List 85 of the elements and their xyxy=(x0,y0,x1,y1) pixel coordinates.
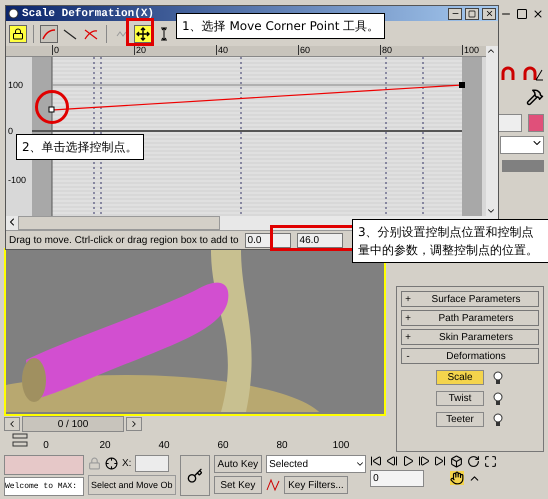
rollout-header[interactable]: + Skin Parameters xyxy=(401,329,539,345)
magnet-icon[interactable] xyxy=(500,66,516,82)
track-tick-label: 40 xyxy=(158,440,170,451)
vertical-scale-icon xyxy=(160,26,168,40)
curve-icon xyxy=(42,28,56,40)
annotation-tooltip: 1、选择 Move Corner Point 工具。 xyxy=(176,13,386,39)
color-swatch[interactable] xyxy=(528,114,544,132)
deformation-curve-drawing[interactable] xyxy=(6,57,486,216)
wave-icon xyxy=(116,28,128,38)
ruler-label: 80 xyxy=(380,45,392,55)
highlight-circle xyxy=(35,90,69,124)
track-tick-label: 100 xyxy=(332,440,350,451)
ruler-label: 60 xyxy=(298,45,310,55)
vertical-scrollbar[interactable] xyxy=(486,46,498,216)
lightbulb-icon[interactable] xyxy=(492,412,504,426)
status-message: Drag to move. Ctrl-click or drag region box to add to xyxy=(9,234,239,246)
frame-field[interactable]: 0 xyxy=(370,470,424,487)
track-tick-label: 80 xyxy=(276,440,288,451)
lightbulb-icon[interactable] xyxy=(492,370,504,384)
track-bar[interactable]: 0 20 40 60 80 100 xyxy=(42,432,347,452)
magnet-angle-icon[interactable] xyxy=(522,66,544,82)
x-coordinate-field[interactable] xyxy=(135,455,170,472)
deformation-button[interactable]: Teeter xyxy=(436,412,484,427)
auto-key-button[interactable]: Auto Key xyxy=(214,455,262,473)
deformation-button[interactable]: Scale xyxy=(436,370,484,385)
crosshair-icon[interactable] xyxy=(105,457,118,470)
maximize-icon xyxy=(468,10,476,18)
previous-frame-icon[interactable] xyxy=(386,455,398,467)
axis-label: -100 xyxy=(8,175,26,185)
close-icon[interactable] xyxy=(532,8,544,20)
maximize-viewport-icon[interactable] xyxy=(484,455,498,468)
value-field[interactable]: 46.0 xyxy=(296,232,343,248)
annotation-tooltip: 2、单击选择控制点。 xyxy=(16,134,144,160)
x-label: X: xyxy=(122,458,132,469)
key-filters-button[interactable]: Key Filters... xyxy=(284,476,348,494)
move-arrows-icon xyxy=(136,26,150,40)
ruler-label: 40 xyxy=(216,45,228,55)
cube-icon[interactable] xyxy=(450,455,464,468)
go-to-start-icon[interactable] xyxy=(370,455,382,467)
play-icon[interactable] xyxy=(402,455,414,467)
app-logo-icon xyxy=(8,8,19,19)
lightbulb-icon[interactable] xyxy=(492,392,504,406)
crossed-lines-icon xyxy=(84,28,98,40)
close-icon xyxy=(484,9,494,18)
deformation-button[interactable]: Twist xyxy=(436,391,484,406)
track-tick-label: 0 xyxy=(43,440,49,451)
ruler-label: 0 xyxy=(52,45,60,55)
tool-button[interactable] xyxy=(134,24,152,42)
next-button[interactable] xyxy=(126,417,142,431)
close-button[interactable] xyxy=(482,8,496,20)
color-swatch[interactable] xyxy=(498,114,522,132)
rollout-header[interactable]: + Path Parameters xyxy=(401,310,539,326)
track-tick-label: 60 xyxy=(217,440,229,451)
ruler-label: 20 xyxy=(134,45,146,55)
axis-label: 100 xyxy=(8,80,24,90)
maximize-button[interactable] xyxy=(465,8,479,20)
dropdown[interactable] xyxy=(500,136,544,154)
rollout-header[interactable]: + Surface Parameters xyxy=(401,291,539,307)
highlight-frame xyxy=(126,18,154,46)
go-to-end-icon[interactable] xyxy=(434,455,446,467)
ruler-label: 100 xyxy=(462,45,480,55)
pan-hand-icon[interactable] xyxy=(450,471,464,485)
key-curve-icon[interactable] xyxy=(266,478,280,492)
set-key-text-button[interactable]: Set Key xyxy=(214,476,262,494)
status-text: Select and Move Ob xyxy=(88,475,176,495)
rollout-header[interactable]: - Deformations xyxy=(401,348,539,364)
lock-icon xyxy=(12,28,24,40)
previous-button[interactable] xyxy=(4,417,20,431)
minimize-button[interactable] xyxy=(448,8,462,20)
set-key-button[interactable] xyxy=(180,455,210,496)
time-slider-thumb[interactable]: 0 / 100 xyxy=(22,416,124,432)
hammer-icon[interactable] xyxy=(526,88,544,106)
tool-button[interactable] xyxy=(9,24,27,42)
window-title: Scale Deformation(X) xyxy=(22,8,156,20)
maximize-icon[interactable] xyxy=(516,8,528,20)
axis-label: 0 xyxy=(8,126,14,136)
orbit-icon[interactable] xyxy=(467,455,480,468)
key-icon xyxy=(186,466,203,486)
next-frame-icon[interactable] xyxy=(418,455,430,467)
value-field[interactable]: 0.0 xyxy=(244,232,291,248)
track-tick-label: 20 xyxy=(99,440,111,451)
annotation-tooltip: 3、分别设置控制点位置和控制点量中的参数，调整控制点的位置。 xyxy=(352,219,548,263)
diagonal-line-icon xyxy=(63,28,77,40)
key-mode-dropdown[interactable]: Selected xyxy=(266,455,366,473)
track-bar-toggle-icon[interactable] xyxy=(12,432,28,448)
